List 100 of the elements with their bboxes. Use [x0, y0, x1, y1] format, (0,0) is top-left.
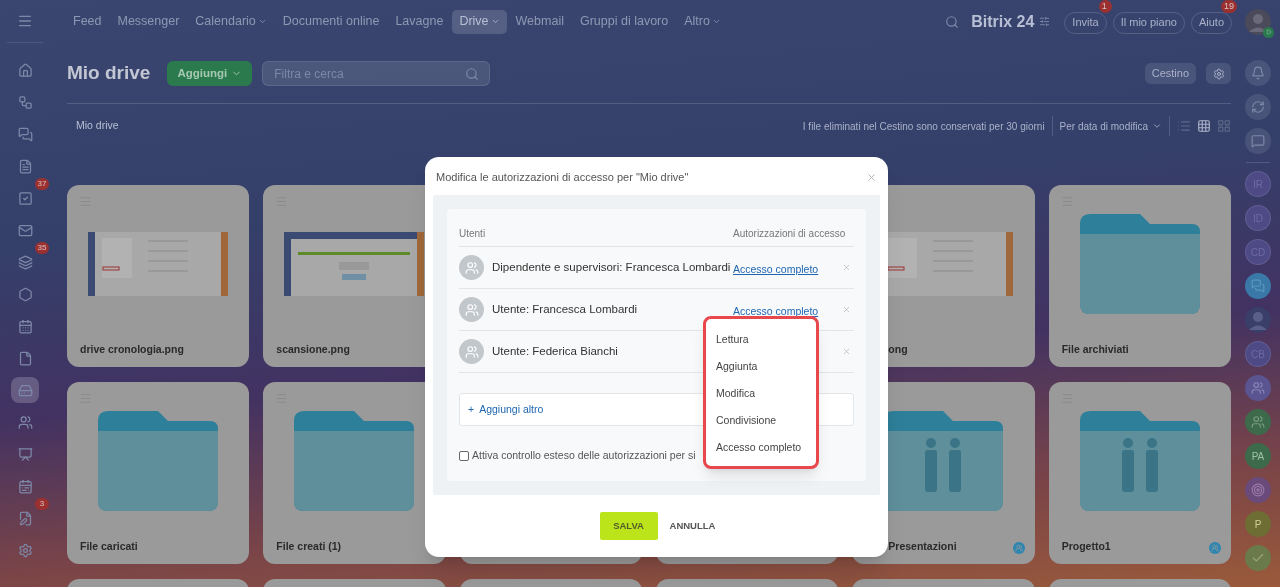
- plus-icon: +: [468, 401, 475, 418]
- file-name: File creati (1): [276, 539, 342, 555]
- contact-avatar[interactable]: P: [1245, 511, 1271, 537]
- grid-view-icon[interactable]: [1197, 119, 1211, 133]
- sort-dropdown[interactable]: Per data di modifica: [1059, 118, 1162, 134]
- shared-icon: [1209, 542, 1221, 554]
- avatar-icon[interactable]: [1245, 307, 1271, 333]
- group-icon[interactable]: [1245, 409, 1271, 435]
- page-title: Mio drive: [67, 61, 151, 86]
- sliders-icon[interactable]: [1039, 16, 1051, 27]
- file-card[interactable]: drive cronologia.png: [67, 185, 250, 367]
- shared-folder-icon: [1079, 411, 1200, 511]
- file-name: drive cronologia.png: [80, 342, 184, 358]
- access-link[interactable]: Accesso completo: [733, 262, 819, 275]
- close-icon[interactable]: [866, 171, 877, 183]
- file-name: Progetto1: [1061, 539, 1111, 555]
- nav-tab[interactable]: Documenti online: [275, 9, 387, 34]
- count-badge: 37: [35, 178, 49, 190]
- search-icon[interactable]: [945, 14, 960, 29]
- file-name: File archiviati: [1061, 342, 1129, 358]
- shared-icon: [1012, 542, 1025, 554]
- signature-icon: [17, 510, 33, 526]
- board-icon: [17, 446, 33, 462]
- document-icon: [17, 158, 33, 174]
- remove-icon[interactable]: [842, 263, 851, 272]
- checkbox-label: Attiva controllo esteso delle autorizzazioni per si: [472, 448, 696, 463]
- file-icon: [17, 350, 33, 366]
- sidebar-item[interactable]: [11, 377, 39, 403]
- gear-icon: [1212, 67, 1225, 80]
- chat-icon: [17, 126, 33, 142]
- user-group-icon: [459, 339, 484, 364]
- bell-icon: [1251, 66, 1265, 80]
- nav-tab[interactable]: Gruppi di lavoro: [572, 9, 676, 34]
- nav-tab[interactable]: Feed: [66, 9, 109, 34]
- task-icon: [17, 190, 33, 206]
- nav-tab[interactable]: Drive: [452, 9, 507, 34]
- checkbox[interactable]: [459, 450, 469, 461]
- user-name: Dipendente e supervisori: Francesca Lombardi: [492, 259, 731, 275]
- file-name: ong: [888, 342, 908, 358]
- nav-tab[interactable]: Altro: [677, 9, 728, 34]
- nav-tab[interactable]: Webmail: [508, 9, 571, 34]
- calendar-icon: [17, 318, 33, 334]
- users-icon: [17, 414, 33, 430]
- settings-button[interactable]: [1206, 63, 1231, 84]
- remove-icon[interactable]: [842, 347, 851, 356]
- user-group-icon: [459, 255, 484, 280]
- check-icon[interactable]: [1245, 545, 1271, 571]
- count-badge: 3: [35, 498, 49, 510]
- user-name: Utente: Francesca Lombardi: [492, 301, 638, 317]
- remove-icon[interactable]: [842, 305, 851, 314]
- list-view-icon[interactable]: [1177, 119, 1191, 133]
- access-link[interactable]: Accesso completo: [733, 304, 819, 317]
- file-card[interactable]: File creati (1): [263, 382, 446, 564]
- file-card[interactable]: File caricati: [67, 382, 250, 564]
- notification-button[interactable]: [1245, 60, 1271, 86]
- add-button[interactable]: Aggiungi: [167, 61, 253, 86]
- menu-icon[interactable]: [17, 13, 33, 29]
- file-name: scansione.png: [276, 342, 350, 358]
- workflow-icon: [17, 94, 33, 110]
- breadcrumb[interactable]: Mio drive: [76, 118, 119, 134]
- cancel-button[interactable]: ANNULLA: [667, 512, 718, 540]
- drive-icon: [17, 382, 33, 398]
- home-icon: [17, 62, 33, 78]
- schedule-icon: [17, 478, 33, 494]
- avatar-icon[interactable]: [1245, 8, 1271, 35]
- folder-icon: [294, 411, 415, 511]
- menu-item[interactable]: Condivisione: [716, 411, 806, 428]
- count-badge: 35: [35, 242, 49, 254]
- trash-button[interactable]: Cestino: [1144, 63, 1196, 84]
- logo: Bitrix 24: [971, 11, 1035, 32]
- mail-icon: [17, 222, 33, 238]
- nav-tab[interactable]: Calendario: [188, 9, 274, 34]
- count-badge: 19: [1221, 0, 1237, 14]
- caret-icon: [1152, 121, 1162, 131]
- nav-tab[interactable]: Lavagne: [388, 9, 451, 34]
- column-header: Utenti: [459, 227, 487, 241]
- file-card[interactable]: File archiviati: [1048, 185, 1231, 367]
- file-name: Presentazioni: [888, 539, 957, 555]
- file-card[interactable]: Progetto1: [1048, 382, 1231, 564]
- search-icon[interactable]: [465, 66, 480, 81]
- chat-button[interactable]: [1245, 128, 1271, 154]
- contact-avatar[interactable]: PA: [1245, 443, 1271, 469]
- chat-icon: [1251, 134, 1265, 148]
- user-group-icon: [459, 297, 484, 322]
- menu-item[interactable]: Accesso completo: [716, 438, 806, 455]
- menu-item[interactable]: Lettura: [716, 330, 806, 347]
- tile-view-icon[interactable]: [1217, 119, 1231, 133]
- settings-icon: [17, 542, 33, 558]
- group-icon[interactable]: [1245, 375, 1271, 401]
- activity-button[interactable]: [1245, 94, 1271, 120]
- folder-icon: [1079, 214, 1200, 314]
- dialog-title: Modifica le autorizzazioni di accesso per "Mio drive": [436, 169, 689, 185]
- target-icon[interactable]: [1245, 477, 1271, 503]
- user-name: Utente: Federica Bianchi: [492, 343, 618, 359]
- save-button[interactable]: SALVA: [599, 512, 658, 540]
- info-text: I file eliminati nel Cestino sono conservati per 30 giorni: [802, 119, 1045, 134]
- menu-item[interactable]: Aggiunta: [716, 357, 806, 374]
- folder-icon: [98, 411, 219, 511]
- nav-tab[interactable]: Messenger: [110, 9, 187, 34]
- chat-avatar-icon[interactable]: [1245, 273, 1271, 299]
